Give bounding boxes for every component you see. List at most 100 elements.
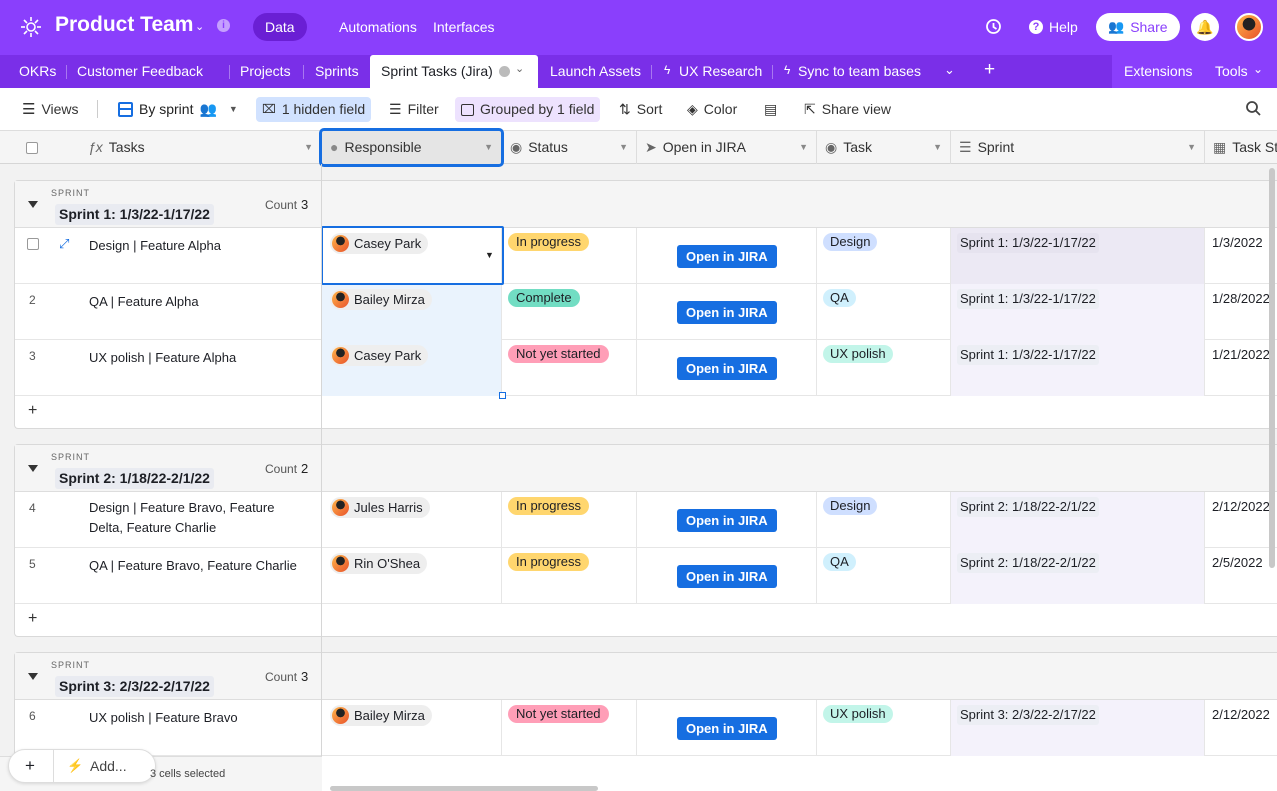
group-header[interactable]: SPRINT Sprint 3: 2/3/22-2/17/22 Count 3 xyxy=(15,653,1277,700)
open-in-jira-button[interactable]: Open in JIRA xyxy=(677,245,777,268)
search-icon[interactable] xyxy=(1245,100,1262,120)
tab-projects[interactable]: Projects xyxy=(240,55,291,88)
sprint-link-chip[interactable]: Sprint 3: 2/3/22-2/17/22 xyxy=(957,705,1099,725)
group-value: Sprint 2: 1/18/22-2/1/22 xyxy=(55,468,214,489)
tab-sprint-tasks-active[interactable]: Sprint Tasks (Jira) ⌄ xyxy=(370,55,538,88)
help-button[interactable]: ? Help xyxy=(1029,19,1078,35)
sort-button[interactable]: ⇅ Sort xyxy=(613,97,668,122)
add-record-button[interactable]: + ⚡ Add... xyxy=(8,749,156,783)
table-row[interactable]: ⤢ Design | Feature Alpha Casey Park ▼ In… xyxy=(15,228,1277,284)
history-icon[interactable] xyxy=(985,18,1002,38)
column-header-status[interactable]: ◉ Status ▼ xyxy=(502,131,637,164)
group-count: Count 3 xyxy=(265,197,309,212)
group-button[interactable]: Grouped by 1 field xyxy=(455,97,601,122)
view-name: By sprint xyxy=(139,101,194,117)
share-label: Share xyxy=(1130,19,1168,35)
open-in-jira-button[interactable]: Open in JIRA xyxy=(677,301,777,324)
select-all-checkbox[interactable] xyxy=(0,131,62,164)
collapse-triangle-icon[interactable] xyxy=(28,673,38,680)
open-in-jira-button[interactable]: Open in JIRA xyxy=(677,357,777,380)
open-in-jira-button[interactable]: Open in JIRA xyxy=(677,717,777,740)
formula-icon: ƒx xyxy=(88,139,103,155)
plus-icon[interactable]: + xyxy=(28,402,37,420)
task-type-badge: QA xyxy=(823,553,856,571)
task-start-date: 2/12/2022 xyxy=(1212,499,1270,514)
column-header-open-in-jira[interactable]: ➤ Open in JIRA ▼ xyxy=(637,131,817,164)
tab-sprints[interactable]: Sprints xyxy=(315,55,359,88)
info-icon[interactable]: i xyxy=(217,19,230,32)
column-header-task[interactable]: ◉ Task ▼ xyxy=(817,131,951,164)
base-logo-icon[interactable] xyxy=(20,16,42,38)
expand-record-icon[interactable]: ⤢ xyxy=(59,236,69,252)
responsible-name: Bailey Mirza xyxy=(354,708,425,723)
table-row[interactable]: 5 QA | Feature Bravo, Feature Charlie Ri… xyxy=(15,548,1277,604)
responsible-chip: Bailey Mirza xyxy=(330,705,432,726)
base-name[interactable]: Product Team xyxy=(55,13,193,37)
share-people-icon: 👥 xyxy=(1108,19,1125,34)
nav-automations[interactable]: Automations xyxy=(327,13,429,41)
views-button[interactable]: ☰ Views xyxy=(16,97,85,122)
row-checkbox[interactable] xyxy=(27,238,39,250)
selection-summary: 3 cells selected xyxy=(150,768,226,780)
extensions-button[interactable]: Extensions xyxy=(1124,55,1192,88)
sprint-link-chip[interactable]: Sprint 1: 1/3/22-1/17/22 xyxy=(957,289,1099,309)
chevron-down-icon[interactable]: ⌄ xyxy=(195,20,204,33)
tab-sync-to-team-bases[interactable]: Sync to team bases xyxy=(798,55,921,88)
tab-ux-research[interactable]: UX Research xyxy=(679,55,762,88)
column-header-responsible[interactable]: ● Responsible ▼ xyxy=(322,131,502,164)
sprint-link-chip[interactable]: Sprint 2: 1/18/22-2/1/22 xyxy=(957,553,1099,573)
group-header[interactable]: SPRINT Sprint 2: 1/18/22-2/1/22 Count 2 xyxy=(15,445,1277,492)
user-avatar[interactable] xyxy=(1235,13,1263,41)
fill-handle[interactable] xyxy=(499,392,506,399)
column-header-sprint[interactable]: ☰ Sprint ▼ xyxy=(951,131,1205,164)
view-switcher[interactable]: By sprint 👥 ▼ xyxy=(112,97,244,122)
sprint-link-chip[interactable]: Sprint 1: 1/3/22-1/17/22 xyxy=(957,345,1099,365)
column-header-task-start[interactable]: ▦ Task Sta xyxy=(1205,131,1277,164)
tab-customer-feedback[interactable]: Customer Feedback xyxy=(77,55,203,88)
tab-launch-assets[interactable]: Launch Assets xyxy=(550,55,641,88)
open-in-jira-button[interactable]: Open in JIRA xyxy=(677,565,777,588)
tab-okrs[interactable]: OKRs xyxy=(19,55,56,88)
horizontal-scrollbar[interactable] xyxy=(330,786,598,791)
add-table-plus-icon[interactable]: + xyxy=(984,59,995,81)
add-record-row[interactable]: + xyxy=(15,396,1277,428)
open-in-jira-button[interactable]: Open in JIRA xyxy=(677,509,777,532)
column-header-tasks[interactable]: ƒx Tasks ▼ xyxy=(62,131,322,164)
add-label: Add... xyxy=(90,758,127,774)
collapse-triangle-icon[interactable] xyxy=(28,201,38,208)
calendar-icon: ▦ xyxy=(1213,139,1227,155)
table-row[interactable]: 4 Design | Feature Bravo, Feature Delta,… xyxy=(15,492,1277,548)
tools-button[interactable]: Tools xyxy=(1215,55,1248,88)
more-tabs-chevron-icon[interactable]: ⌄ xyxy=(944,62,955,78)
hidden-fields-button[interactable]: ⌧ 1 hidden field xyxy=(256,97,372,122)
column-responsible-label: Responsible xyxy=(344,139,422,155)
table-row[interactable]: 3 UX polish | Feature Alpha Casey Park N… xyxy=(15,340,1277,396)
plus-icon[interactable]: + xyxy=(28,610,37,628)
plus-icon: + xyxy=(25,756,35,775)
filter-button[interactable]: ☰ Filter xyxy=(383,97,445,122)
collapse-triangle-icon[interactable] xyxy=(28,465,38,472)
color-button[interactable]: ◈ Color xyxy=(681,97,743,122)
column-status-label: Status xyxy=(528,139,568,155)
responsible-name: Casey Park xyxy=(354,348,422,363)
sprint-link-chip[interactable]: Sprint 2: 1/18/22-2/1/22 xyxy=(957,497,1099,517)
nav-data[interactable]: Data xyxy=(253,13,307,41)
share-view-button[interactable]: ⇱ Share view xyxy=(798,97,897,122)
view-toolbar: ☰ Views By sprint 👥 ▼ ⌧ 1 hidden field ☰… xyxy=(0,88,1277,131)
share-button[interactable]: 👥 Share xyxy=(1096,13,1180,41)
filter-icon: ☰ xyxy=(389,101,402,117)
group-sprint-1: SPRINT Sprint 1: 1/3/22-1/17/22 Count 3 ⤢… xyxy=(14,180,1277,429)
chevron-down-icon[interactable]: ⌄ xyxy=(515,62,524,75)
sprint-link-chip[interactable]: Sprint 1: 1/3/22-1/17/22 xyxy=(957,233,1099,253)
row-height-button[interactable]: ▤ xyxy=(758,97,783,122)
sync-bolt-icon: ϟ xyxy=(784,63,791,77)
group-header[interactable]: SPRINT Sprint 1: 1/3/22-1/17/22 Count 3 xyxy=(15,181,1277,228)
add-record-row[interactable]: + xyxy=(15,604,1277,636)
vertical-scrollbar[interactable] xyxy=(1269,168,1275,568)
notifications-bell-icon[interactable]: 🔔 xyxy=(1191,13,1219,41)
nav-interfaces[interactable]: Interfaces xyxy=(421,13,506,41)
single-select-icon: ◉ xyxy=(510,139,523,155)
responsible-chip: Jules Harris xyxy=(330,497,430,518)
table-row[interactable]: 2 QA | Feature Alpha Bailey Mirza Comple… xyxy=(15,284,1277,340)
table-row[interactable]: 6 UX polish | Feature Bravo Bailey Mirza… xyxy=(15,700,1277,756)
